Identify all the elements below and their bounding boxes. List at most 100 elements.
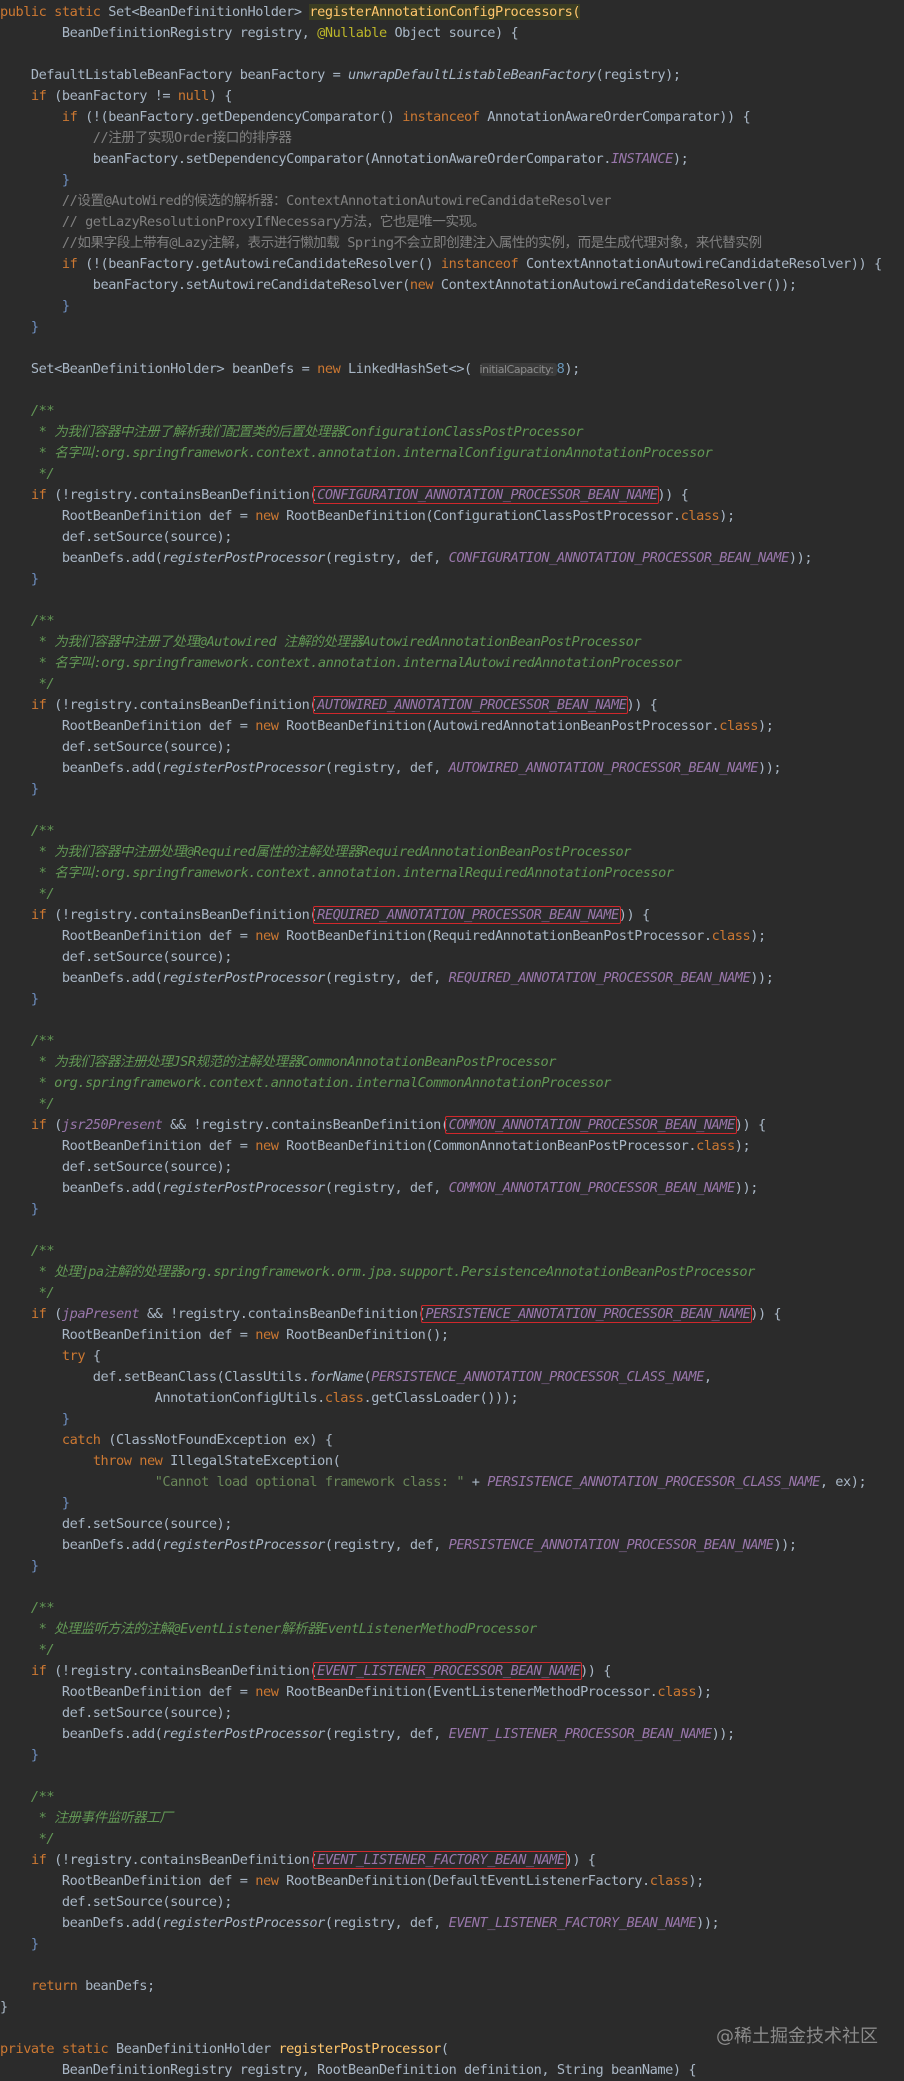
code-token: ( [440, 2041, 449, 2057]
code-line: def.setBeanClass(ClassUtils.forName(PERS… [0, 1367, 712, 1388]
code-token: ); [672, 151, 689, 167]
code-token: /** [0, 1033, 55, 1049]
code-token: RootBeanDefinition def = [0, 1327, 256, 1343]
code-token: DefaultListableBeanFactory beanFactory = [0, 67, 349, 83]
code-line: } [0, 989, 39, 1010]
code-line: RootBeanDefinition def = new RootBeanDef… [0, 926, 766, 947]
code-token: catch [61, 1432, 109, 1448]
code-line: //如果字段上带有@Lazy注解，表示进行懒加载 Spring不会立即创建注入属… [0, 233, 762, 254]
code-token: beanDefs.add( [0, 1180, 163, 1196]
code-token: /** [0, 613, 55, 629]
code-token: )) { [564, 1852, 596, 1868]
code-token: def.setSource(source); [0, 1705, 233, 1721]
code-line: if (!registry.containsBeanDefinition(REQ… [0, 905, 650, 926]
code-token: (registry, def, [324, 550, 449, 566]
code-line: if (jsr250Present && !registry.containsB… [0, 1115, 766, 1136]
code-token: if [61, 109, 86, 125]
code-token: (!(beanFactory.getDependencyComparator() [85, 109, 403, 125]
code-token: /** [0, 1243, 55, 1259]
code-token: , [703, 1369, 712, 1385]
code-token: .getClassLoader())); [363, 1390, 519, 1406]
code-line: beanDefs.add(registerPostProcessor(regis… [0, 548, 813, 569]
code-line: def.setSource(source); [0, 1892, 233, 1913]
code-token: throw new [92, 1453, 171, 1469]
code-token: (!registry.containsBeanDefinition( [54, 1663, 318, 1679]
code-token: def.setSource(source); [0, 1894, 233, 1910]
code-token: RootBeanDefinition(EventListenerMethodPr… [286, 1684, 658, 1700]
code-token: new [255, 928, 287, 944]
code-token: forName [309, 1369, 364, 1385]
code-token: ); [734, 1138, 751, 1154]
code-editor[interactable]: public static Set<BeanDefinitionHolder> … [0, 0, 904, 2079]
code-token: def.setSource(source); [0, 1159, 233, 1175]
code-token: (registry, def, [324, 1180, 449, 1196]
code-line: RootBeanDefinition def = new RootBeanDef… [0, 1325, 449, 1346]
code-token: ); [564, 361, 580, 377]
code-token: * 处理监听方法的注解@EventListener解析器EventListene… [0, 1621, 537, 1637]
code-token: /** [0, 823, 55, 839]
code-token: && !registry.containsBeanDefinition( [146, 1306, 426, 1322]
code-token: new [255, 508, 287, 524]
code-line: } [0, 1493, 70, 1514]
code-token: RootBeanDefinition def = [0, 718, 256, 734]
code-token: registerPostProcessor [162, 1537, 325, 1553]
code-line: public static Set<BeanDefinitionHolder> … [0, 2, 581, 23]
code-token: (beanFactory != [54, 88, 178, 104]
code-token: beanDefs; [85, 1978, 155, 1994]
code-token: )); [750, 970, 774, 986]
code-line: private static BeanDefinitionHolder regi… [0, 2039, 449, 2060]
code-line: catch (ClassNotFoundException ex) { [0, 1430, 333, 1451]
code-token: /** [0, 1789, 55, 1805]
code-token: AUTOWIRED_ANNOTATION_PROCESSOR_BEAN_NAME [317, 697, 627, 713]
code-token: ); [719, 508, 735, 524]
code-token: )) { [626, 697, 658, 713]
code-token: AUTOWIRED_ANNOTATION_PROCESSOR_BEAN_NAME [448, 760, 759, 776]
code-line: RootBeanDefinition def = new RootBeanDef… [0, 1136, 751, 1157]
code-line: } [0, 1556, 39, 1577]
code-line: try { [0, 1346, 101, 1367]
code-token: (!registry.containsBeanDefinition( [54, 487, 318, 503]
code-line: RootBeanDefinition def = new RootBeanDef… [0, 506, 735, 527]
code-token: )) { [734, 1117, 766, 1133]
code-token: PERSISTENCE_ANNOTATION_PROCESSOR_CLASS_N… [487, 1474, 820, 1490]
code-token: ContextAnnotationAutowireCandidateResolv… [440, 277, 797, 293]
parameter-hint: initialCapacity: [479, 363, 557, 376]
code-token: * 名字叫:org.springframework.context.annota… [0, 655, 682, 671]
code-line: /** [0, 1787, 55, 1808]
code-token: Set<BeanDefinitionHolder> [108, 4, 310, 20]
code-line: RootBeanDefinition def = new RootBeanDef… [0, 716, 774, 737]
code-token: )) { [750, 1306, 782, 1322]
code-token: } [0, 1495, 70, 1511]
code-token: class [649, 1873, 689, 1889]
code-line: if (!registry.containsBeanDefinition(EVE… [0, 1661, 612, 1682]
code-token: (!registry.containsBeanDefinition( [54, 697, 318, 713]
code-token: } [0, 1747, 39, 1763]
code-token: def.setSource(source); [0, 1516, 233, 1532]
code-line: */ [0, 1094, 55, 1115]
code-line: "Cannot load optional framework class: "… [0, 1472, 867, 1493]
code-line: if (beanFactory != null) { [0, 86, 233, 107]
code-token: beanFactory.setAutowireCandidateResolver… [0, 277, 411, 293]
code-token: )); [773, 1537, 797, 1553]
code-token: beanDefs.add( [0, 1537, 163, 1553]
code-token: new [255, 1873, 287, 1889]
code-token: AnnotationConfigUtils. [0, 1390, 326, 1406]
code-token: registerAnnotationConfigProcessors( [309, 4, 581, 20]
code-token: } [0, 1201, 39, 1217]
code-line: def.setSource(source); [0, 1514, 233, 1535]
code-token: if [30, 1117, 55, 1133]
code-token: */ [0, 676, 55, 692]
code-token: )); [757, 760, 782, 776]
code-line: */ [0, 1829, 55, 1850]
code-token: RootBeanDefinition(); [286, 1327, 449, 1343]
code-token: */ [0, 1285, 55, 1301]
code-line: /** [0, 401, 55, 422]
code-token: RootBeanDefinition def = [0, 1684, 256, 1700]
code-line: } [0, 1997, 8, 2018]
code-token: if [30, 1663, 55, 1679]
